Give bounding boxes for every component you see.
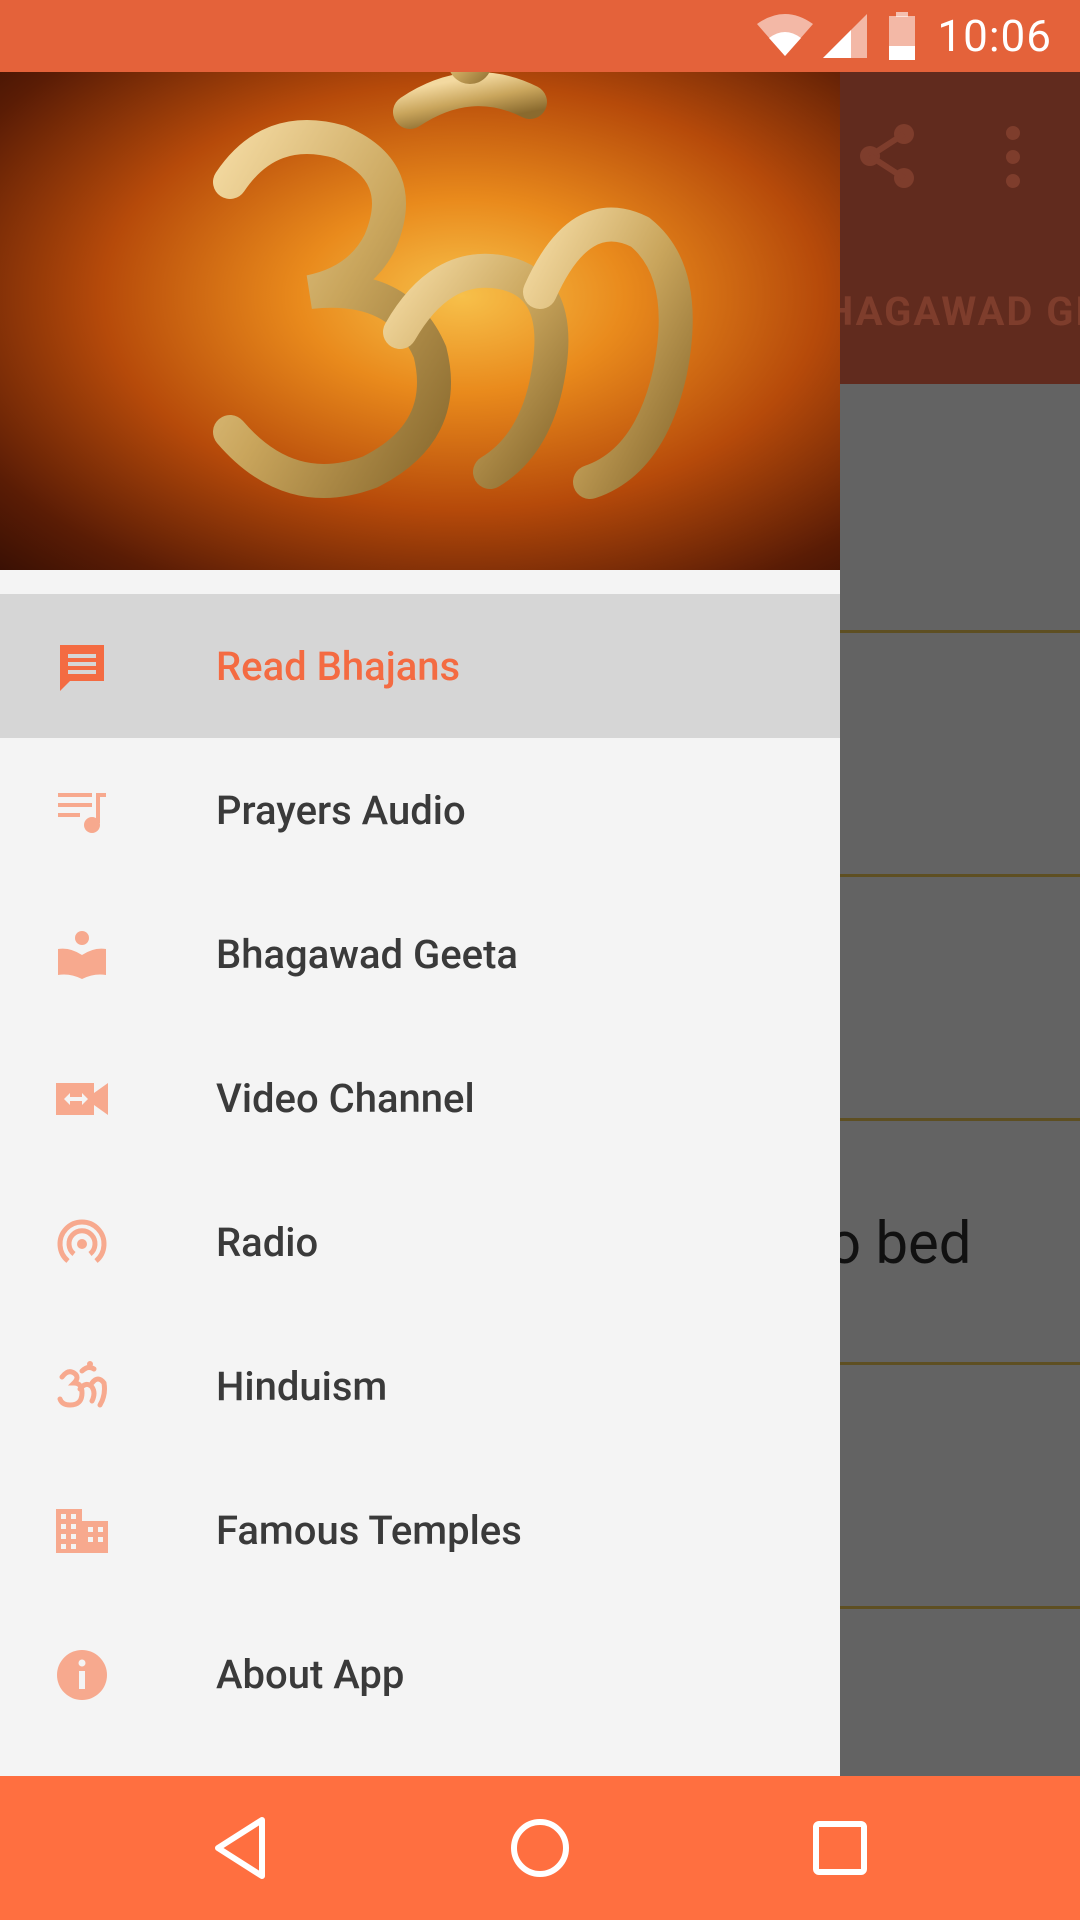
status-icons: 10:06 <box>755 0 1080 72</box>
navigation-bar <box>0 1776 1080 1920</box>
menu-label: Video Channel <box>216 1074 475 1122</box>
battery-icon <box>889 12 916 60</box>
menu-item-radio[interactable]: Radio <box>0 1170 840 1314</box>
status-bar: 10:06 <box>0 0 1080 72</box>
video-camera-icon <box>56 1073 108 1125</box>
drawer-header <box>0 72 840 570</box>
menu-label: Hinduism <box>216 1362 388 1410</box>
info-icon <box>56 1649 108 1701</box>
home-icon[interactable] <box>504 1812 576 1884</box>
building-icon <box>56 1505 108 1557</box>
menu-item-prayers-audio[interactable]: Prayers Audio <box>0 738 840 882</box>
status-time: 10:06 <box>937 10 1052 62</box>
om-symbol-image <box>213 72 693 499</box>
menu-label: Famous Temples <box>216 1506 522 1554</box>
share-icon[interactable] <box>858 120 918 192</box>
radio-waves-icon <box>56 1217 108 1269</box>
menu-label: Read Bhajans <box>216 642 461 690</box>
queue-music-icon <box>56 785 108 837</box>
recents-icon[interactable] <box>804 1812 876 1884</box>
menu-item-video-channel[interactable]: Video Channel <box>0 1026 840 1170</box>
menu-item-famous-temples[interactable]: Famous Temples <box>0 1458 840 1602</box>
chat-message-icon <box>56 641 108 693</box>
back-icon[interactable] <box>204 1812 276 1884</box>
cell-signal-icon <box>823 14 868 58</box>
menu-item-bhagawad-geeta[interactable]: Bhagawad Geeta <box>0 882 840 1026</box>
list-item-text[interactable]: o bed <box>828 1210 972 1278</box>
menu-item-hinduism[interactable]: Hinduism <box>0 1314 840 1458</box>
menu-item-read-bhajans[interactable]: Read Bhajans <box>0 594 840 738</box>
more-options-icon[interactable] <box>995 125 1031 189</box>
book-reader-icon <box>56 929 108 981</box>
menu-label: Radio <box>216 1218 319 1266</box>
menu-label: Prayers Audio <box>216 786 466 834</box>
menu-label: About App <box>216 1650 405 1698</box>
om-icon <box>56 1361 108 1413</box>
tab-bhagawad-geeta[interactable]: HAGAWAD GE <box>825 288 1080 335</box>
menu-item-about-app[interactable]: About App <box>0 1602 840 1746</box>
drawer-menu: Read Bhajans Prayers Audio Bhagawad Geet… <box>0 594 840 1746</box>
menu-label: Bhagawad Geeta <box>216 930 518 978</box>
wifi-icon <box>757 14 814 56</box>
navigation-drawer: Read Bhajans Prayers Audio Bhagawad Geet… <box>0 72 840 1776</box>
